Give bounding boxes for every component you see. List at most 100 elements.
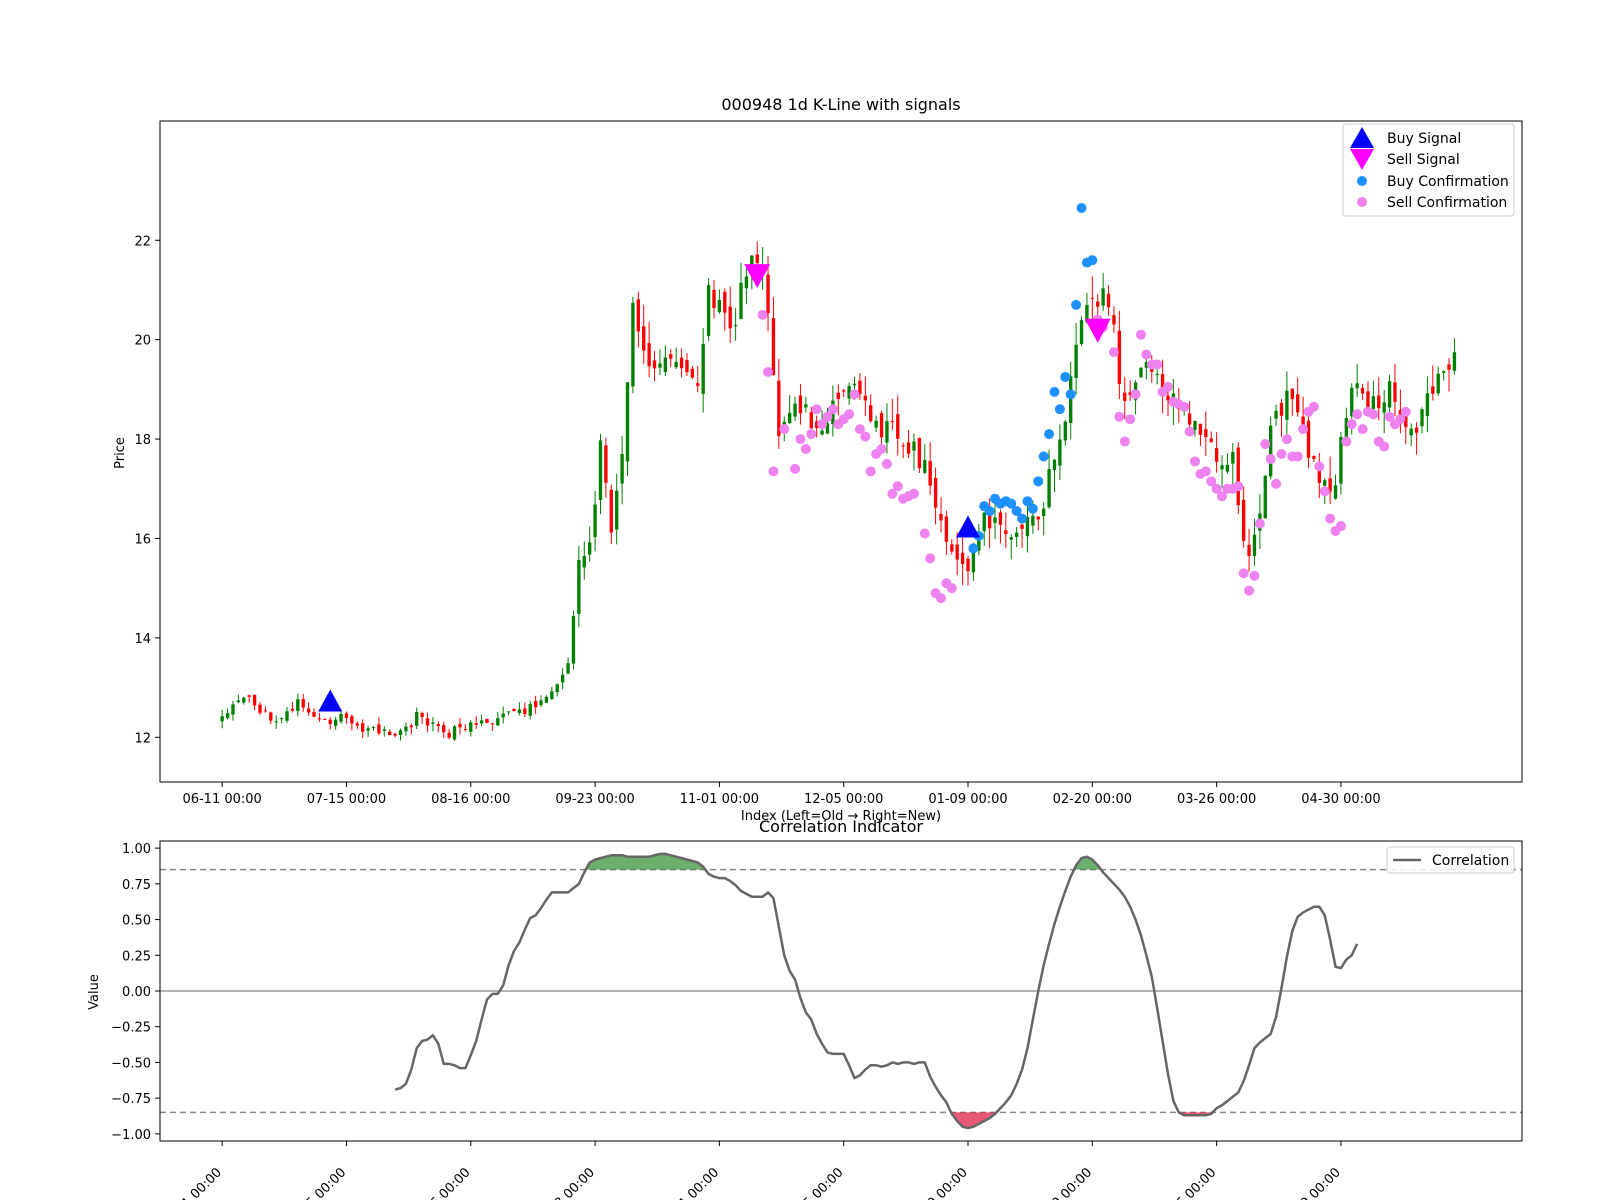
candle-body bbox=[1058, 439, 1062, 466]
candle-body bbox=[344, 713, 349, 718]
candle-body bbox=[663, 357, 668, 373]
candle-body bbox=[706, 284, 711, 336]
candle-body bbox=[658, 363, 662, 368]
sell-confirmation-point bbox=[1249, 570, 1260, 581]
buy-confirmation-point bbox=[1087, 255, 1098, 266]
candle-body bbox=[1106, 293, 1111, 308]
sell-confirmation-point bbox=[1346, 419, 1357, 430]
sell-confirmation-point bbox=[1184, 426, 1195, 437]
sell-confirmation-point bbox=[1325, 513, 1336, 524]
sell-confirmation-point bbox=[1357, 424, 1368, 435]
candle-body bbox=[933, 477, 938, 508]
sell-confirmation-point bbox=[1335, 521, 1346, 532]
candle-body bbox=[966, 558, 970, 572]
candle-body bbox=[1069, 376, 1073, 423]
sell-confirmation-point bbox=[1119, 436, 1130, 447]
candle-body bbox=[258, 704, 262, 713]
candle-body bbox=[269, 712, 273, 721]
candle-body bbox=[1425, 393, 1430, 416]
sell-confirmation-point bbox=[1368, 409, 1379, 420]
correlation-y-axis: −1.00 −0.75 −0.50 −0.25 0.00 0.25 0.50 0.75 1.00 bbox=[111, 842, 160, 1143]
sell-confirmation-point bbox=[1319, 486, 1330, 497]
candle-body bbox=[463, 729, 468, 731]
candle-body bbox=[739, 282, 743, 319]
candle-body bbox=[1112, 315, 1116, 325]
candle-body bbox=[625, 382, 630, 462]
candle-body bbox=[1382, 402, 1386, 413]
candle-body bbox=[517, 709, 522, 714]
candle-body bbox=[669, 354, 673, 359]
sell-confirmation-point bbox=[811, 404, 822, 415]
candle-body bbox=[906, 442, 911, 454]
candle-body bbox=[820, 430, 824, 435]
candle-body bbox=[690, 368, 695, 378]
correlation-y-tick-label: 0.50 bbox=[122, 914, 151, 929]
legend-buy-confirmation-marker bbox=[1357, 176, 1367, 186]
legend-sell-confirmation-marker bbox=[1357, 197, 1367, 207]
sell-confirmation-point bbox=[806, 429, 817, 440]
candle-body bbox=[577, 559, 581, 614]
candle-body bbox=[1355, 383, 1359, 389]
candle-body bbox=[523, 708, 527, 715]
candle-body bbox=[917, 437, 922, 469]
candle-body bbox=[928, 460, 932, 486]
sell-confirmation-point bbox=[1265, 453, 1276, 464]
candle-body bbox=[652, 360, 657, 369]
candle-body bbox=[1366, 391, 1370, 409]
candle-body bbox=[615, 490, 619, 530]
candle-body bbox=[431, 722, 435, 724]
kline-x-tick-label: 07-15 00:00 bbox=[307, 792, 386, 807]
correlation-y-tick-label: −0.25 bbox=[111, 1021, 151, 1036]
correlation-legend: Correlation bbox=[1386, 846, 1515, 874]
candle-body bbox=[717, 299, 722, 313]
buy-confirmation-point bbox=[1054, 404, 1065, 415]
candle-body bbox=[1279, 402, 1284, 416]
candle-body bbox=[890, 421, 895, 423]
candle-body bbox=[1414, 427, 1419, 433]
candle-body bbox=[793, 403, 797, 417]
sell-confirmation-point bbox=[1108, 347, 1119, 358]
candle-body bbox=[323, 719, 327, 721]
candle-body bbox=[804, 404, 808, 408]
kline-y-tick-label: 22 bbox=[134, 234, 151, 249]
candle-body bbox=[869, 405, 873, 422]
candle-body bbox=[1123, 392, 1127, 401]
legend-correlation-label: Correlation bbox=[1432, 853, 1509, 869]
candle-body bbox=[1020, 524, 1024, 529]
sell-confirmation-point bbox=[757, 309, 768, 320]
candle-body bbox=[279, 718, 284, 720]
candle-body bbox=[539, 700, 543, 706]
candle-body bbox=[1036, 516, 1040, 520]
sell-confirmation-point bbox=[1254, 518, 1265, 529]
candle-body bbox=[1220, 465, 1224, 470]
correlation-y-tick-label: −1.00 bbox=[111, 1128, 151, 1143]
candle-body bbox=[679, 357, 684, 369]
candle-body bbox=[485, 718, 489, 723]
candle-body bbox=[809, 412, 813, 429]
candle-body bbox=[1360, 387, 1365, 394]
sell-confirmation-point bbox=[1379, 441, 1390, 452]
sell-confirmation-point bbox=[1352, 409, 1363, 420]
sell-confirmation-point bbox=[1314, 461, 1325, 472]
buy-confirmation-point bbox=[1017, 513, 1028, 524]
candle-body bbox=[685, 360, 689, 373]
candle-body bbox=[588, 542, 592, 555]
candle-body bbox=[1193, 420, 1197, 430]
candle-body bbox=[923, 460, 927, 473]
candle-body bbox=[1241, 499, 1246, 541]
candle-body bbox=[879, 413, 884, 438]
sell-confirmation-point bbox=[1276, 448, 1287, 459]
sell-signal-marker bbox=[744, 264, 771, 289]
candle-body bbox=[604, 445, 608, 483]
candle-body bbox=[458, 723, 462, 728]
sell-confirmation-point bbox=[795, 434, 806, 445]
kline-x-tick-label: 03-26 00:00 bbox=[1177, 792, 1256, 807]
candle-body bbox=[231, 704, 235, 715]
correlation-x-tick-label: 04-30 00:00 bbox=[1277, 1165, 1344, 1200]
candle-body bbox=[388, 731, 392, 736]
candle-body bbox=[312, 711, 316, 717]
kline-x-tick-label: 01-09 00:00 bbox=[928, 792, 1007, 807]
correlation-x-tick-label: 12-05 00:00 bbox=[780, 1165, 847, 1200]
sell-confirmation-point bbox=[919, 528, 930, 539]
correlation-x-tick-label: 08-16 00:00 bbox=[407, 1165, 474, 1200]
